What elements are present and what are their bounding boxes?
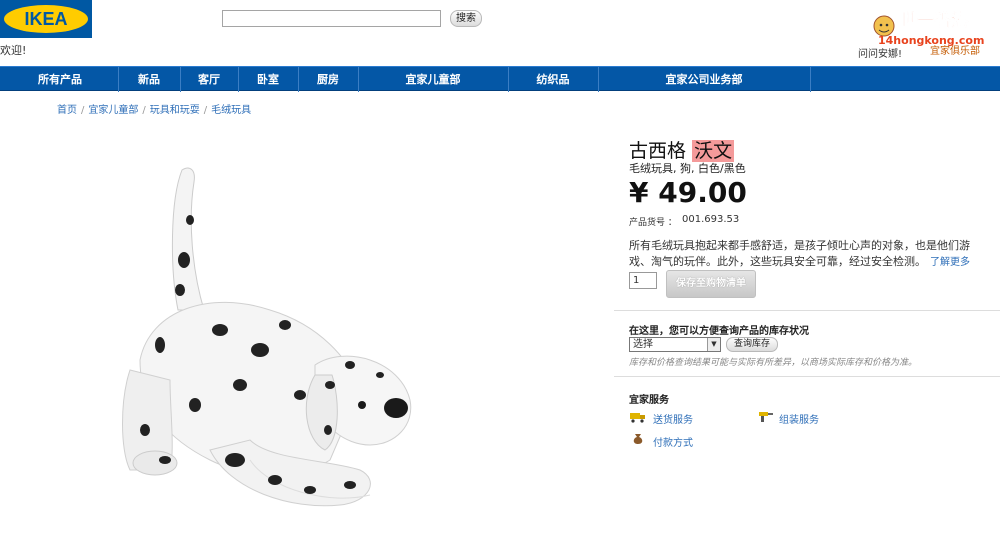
article-number: 001.693.53 <box>682 214 740 225</box>
delivery-service-link[interactable]: 送货服务 <box>653 411 693 426</box>
product-name-main: 古西格 <box>629 140 687 162</box>
product-long-description: 所有毛绒玩具抱起来都手感舒适，是孩子倾吐心声的对象，也是他们游戏、淘气的玩伴。此… <box>629 238 989 271</box>
main-nav: 所有产品 新品 客厅 卧室 厨房 宜家儿童部 纺织品 宜家公司业务部 <box>0 66 1000 92</box>
read-more-link[interactable]: 了解更多 <box>930 257 970 268</box>
nav-all-products[interactable]: 所有产品 <box>15 67 105 92</box>
quantity-input[interactable]: 1 <box>629 272 657 289</box>
breadcrumb-home[interactable]: 首页 <box>57 105 77 116</box>
product-price: ¥ 49.00 <box>629 176 747 209</box>
product-name: 古西格 沃文 <box>629 136 735 163</box>
search-input[interactable] <box>222 10 441 27</box>
check-stock-button[interactable]: 查询库存 <box>726 337 778 352</box>
breadcrumb-soft-toys[interactable]: 毛绒玩具 <box>211 105 251 116</box>
nav-kitchen[interactable]: 厨房 <box>299 67 357 92</box>
chevron-down-icon[interactable]: ▼ <box>707 338 720 351</box>
product-name-highlight: 沃文 <box>692 140 735 162</box>
nav-children[interactable]: 宜家儿童部 <box>359 67 507 92</box>
divider <box>614 376 1000 377</box>
product-description: 毛绒玩具, 狗, 白色/黑色 <box>629 162 746 175</box>
product-image-plush-dog[interactable] <box>100 160 440 530</box>
breadcrumb-toys[interactable]: 玩具和玩耍 <box>150 105 200 116</box>
nav-business[interactable]: 宜家公司业务部 <box>599 67 809 92</box>
search-button[interactable]: 搜索 <box>450 10 482 27</box>
logo-text: IKEA <box>24 9 67 29</box>
nav-new[interactable]: 新品 <box>119 67 179 92</box>
services-title: 宜家服务 <box>629 395 669 406</box>
watermark-title: 世一香港 <box>900 10 969 31</box>
assembly-service-link[interactable]: 组装服务 <box>779 411 819 426</box>
long-description-text: 所有毛绒玩具抱起来都手感舒适，是孩子倾吐心声的对象，也是他们游戏、淘气的玩伴。此… <box>629 239 970 268</box>
add-to-shopping-list-button[interactable]: 保存至购物清单 <box>666 270 756 298</box>
ikea-logo[interactable]: IKEA <box>0 0 92 38</box>
divider <box>614 310 1000 311</box>
payment-methods-link[interactable]: 付款方式 <box>653 434 693 449</box>
article-number-label: 产品货号 ： <box>629 218 677 228</box>
delivery-truck-icon <box>630 413 645 423</box>
store-select[interactable]: 选择 ▼ <box>629 337 721 352</box>
stock-disclaimer: 库存和价格查询结果可能与实际有所差异，以商场实际库存和价格为准。 <box>629 358 918 368</box>
breadcrumb-children[interactable]: 宜家儿童部 <box>88 105 138 116</box>
watermark-url: 14hongkong.com <box>878 34 984 47</box>
nav-bedroom[interactable]: 卧室 <box>239 67 297 92</box>
stock-check-title: 在这里，您可以方便查询产品的库存状况 <box>629 326 809 337</box>
watermark-logo: 世一香港 14hongkong.com <box>873 10 984 47</box>
welcome-text: 欢迎! <box>0 44 27 57</box>
breadcrumb: 首页 / 宜家儿童部 / 玩具和玩耍 / 毛绒玩具 <box>57 105 252 116</box>
money-bag-icon <box>633 434 643 444</box>
nav-living-room[interactable]: 客厅 <box>181 67 237 92</box>
nav-textiles[interactable]: 纺织品 <box>509 67 597 92</box>
store-select-value: 选择 <box>633 339 653 350</box>
drill-icon <box>759 412 773 422</box>
